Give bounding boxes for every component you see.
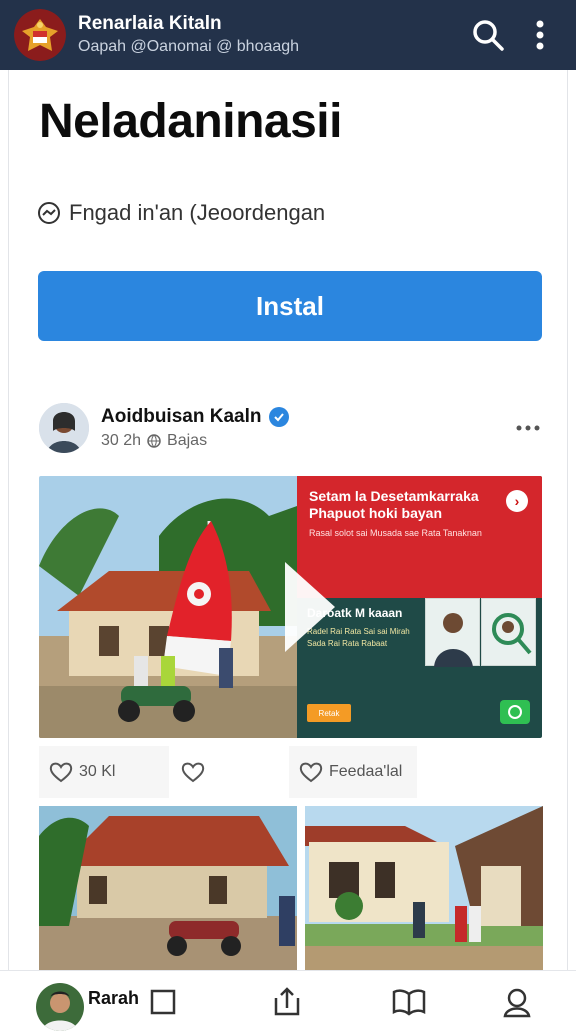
like-count: 30 Kl: [79, 763, 116, 780]
post-media[interactable]: Setam la Desetamkarraka Phapuot hoki bay…: [39, 476, 542, 738]
promo-subline: Rasal solot sai Musada sae Rata Tanaknan: [309, 528, 482, 538]
village-flag-photo: [39, 476, 297, 738]
post-more-button[interactable]: [513, 413, 543, 443]
post-time-row: 30 2h Bajas: [101, 432, 513, 450]
post-audience: Bajas: [167, 432, 208, 449]
post-time: 30 2h: [101, 432, 142, 449]
grid-photo-2[interactable]: [305, 806, 543, 970]
author-avatar[interactable]: [39, 403, 89, 453]
developer-badge-icon: [37, 201, 61, 225]
developer-row[interactable]: Fngad in'an (Jeoordengan: [37, 200, 325, 226]
globe-icon: [147, 434, 161, 448]
overflow-menu-button[interactable]: [518, 13, 562, 57]
share-icon[interactable]: [270, 985, 304, 1019]
post-header: Aoidbuisan Kaaln 30 2h Bajas: [39, 400, 543, 456]
profile-avatar[interactable]: [36, 982, 84, 1031]
heart-outline-icon: [181, 762, 205, 783]
heart-outline-icon: [49, 762, 73, 783]
verified-check-icon: [269, 407, 290, 427]
promo-search-tile: [481, 598, 536, 666]
person-outline-icon[interactable]: [500, 985, 534, 1019]
like-reaction[interactable]: 30 Kl: [39, 746, 169, 798]
app-subtitle: Oapah @Oanomai @ bhoaagh: [78, 38, 300, 55]
feedback-label: Feedaa'lal: [329, 763, 403, 780]
app-detail-card: Neladaninasii Fngad in'an (Jeoordengan I…: [8, 70, 568, 970]
promo-headline: Setam la Desetamkarraka Phapuot hoki bay…: [309, 488, 479, 521]
heart-outline-icon: [299, 762, 323, 783]
install-button[interactable]: Instal: [38, 271, 542, 341]
bottom-navigation: Rarah: [0, 970, 576, 1031]
author-name[interactable]: Aoidbuisan Kaaln: [101, 406, 261, 428]
feedback-reaction[interactable]: Feedaa'lal: [289, 746, 417, 798]
promo-cta-button[interactable]: Retak: [307, 704, 351, 722]
play-icon[interactable]: [285, 562, 335, 652]
square-icon[interactable]: [146, 985, 180, 1019]
photo-grid: [39, 806, 543, 970]
book-open-icon[interactable]: [392, 985, 426, 1019]
grid-photo-1[interactable]: [39, 806, 297, 970]
love-reaction[interactable]: [169, 746, 289, 798]
developer-name: Fngad in'an (Jeoordengan: [69, 200, 326, 225]
search-icon: [473, 20, 504, 51]
app-bar: Renarlaia Kitaln Oapah @Oanomai @ bhoaag…: [0, 0, 576, 70]
profile-label[interactable]: Rarah: [88, 988, 139, 1009]
page-title: Neladaninasii: [39, 95, 342, 148]
promo-person-tile: [425, 598, 480, 667]
search-button[interactable]: [466, 13, 510, 57]
garuda-emblem-icon: [14, 9, 66, 61]
more-vertical-icon: [536, 20, 544, 50]
app-title: Renarlaia Kitaln: [78, 13, 222, 34]
whatsapp-icon[interactable]: [500, 700, 530, 724]
reactions-row: 30 Kl Feedaa'lal: [39, 746, 542, 798]
promo-next-button[interactable]: ›: [506, 490, 528, 512]
more-horizontal-icon: [516, 425, 540, 431]
